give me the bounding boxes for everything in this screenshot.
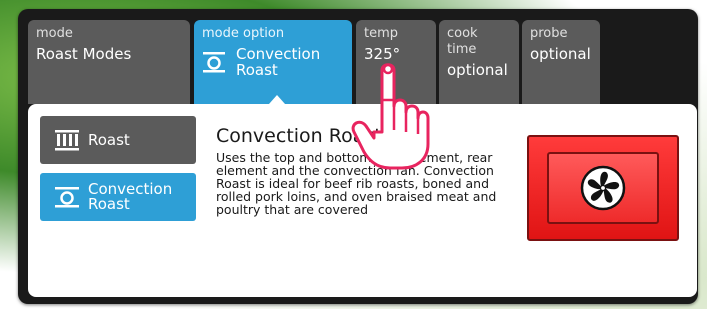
tab-temp-label: temp xyxy=(364,26,399,41)
roast-heat-bars-icon xyxy=(55,130,79,151)
tab-mode-option-label: mode option xyxy=(202,26,285,41)
roast-mode-button-label: Roast xyxy=(88,130,130,149)
convection-roast-label-line2: Roast xyxy=(88,195,130,213)
tab-mode-option-value-line2: Roast xyxy=(236,61,278,79)
tab-mode-option[interactable]: mode option Convection Roast xyxy=(194,20,352,104)
start-convection-button[interactable] xyxy=(527,135,679,241)
tab-mode-value: Roast Modes xyxy=(36,45,132,63)
fan-icon xyxy=(580,165,626,211)
mode-detail-panel: Roast Convection Roast Convection Roast … xyxy=(28,104,697,297)
tab-probe[interactable]: probe optional xyxy=(522,20,600,104)
convection-icon xyxy=(55,187,79,208)
tab-mode-option-value-text: Convection Roast xyxy=(236,46,320,78)
active-tab-pointer xyxy=(269,95,285,104)
convection-roast-mode-button-label: Convection Roast xyxy=(88,182,172,212)
tab-temp[interactable]: temp 325° xyxy=(356,20,436,104)
convection-icon xyxy=(203,52,225,73)
convection-roast-mode-button[interactable]: Convection Roast xyxy=(40,173,196,221)
tab-probe-label: probe xyxy=(530,26,568,41)
tab-temp-value: 325° xyxy=(364,45,401,63)
mode-description-body: Uses the top and bottom heat element, re… xyxy=(216,150,497,217)
tab-cook-time-value: optional xyxy=(447,61,508,79)
tab-mode-option-value: Convection Roast xyxy=(202,46,344,78)
mode-description-title: Convection Roast xyxy=(216,125,382,147)
tab-mode-option-value-line1: Convection xyxy=(236,45,321,63)
tab-cook-time[interactable]: cook time optional xyxy=(439,20,519,104)
tab-mode[interactable]: mode Roast Modes xyxy=(28,20,190,104)
roast-mode-button[interactable]: Roast xyxy=(40,116,196,164)
tab-mode-label: mode xyxy=(36,26,73,41)
tab-probe-value: optional xyxy=(530,45,591,63)
tab-cook-time-label: cook time xyxy=(447,26,478,57)
start-button-inner-frame xyxy=(547,152,659,224)
